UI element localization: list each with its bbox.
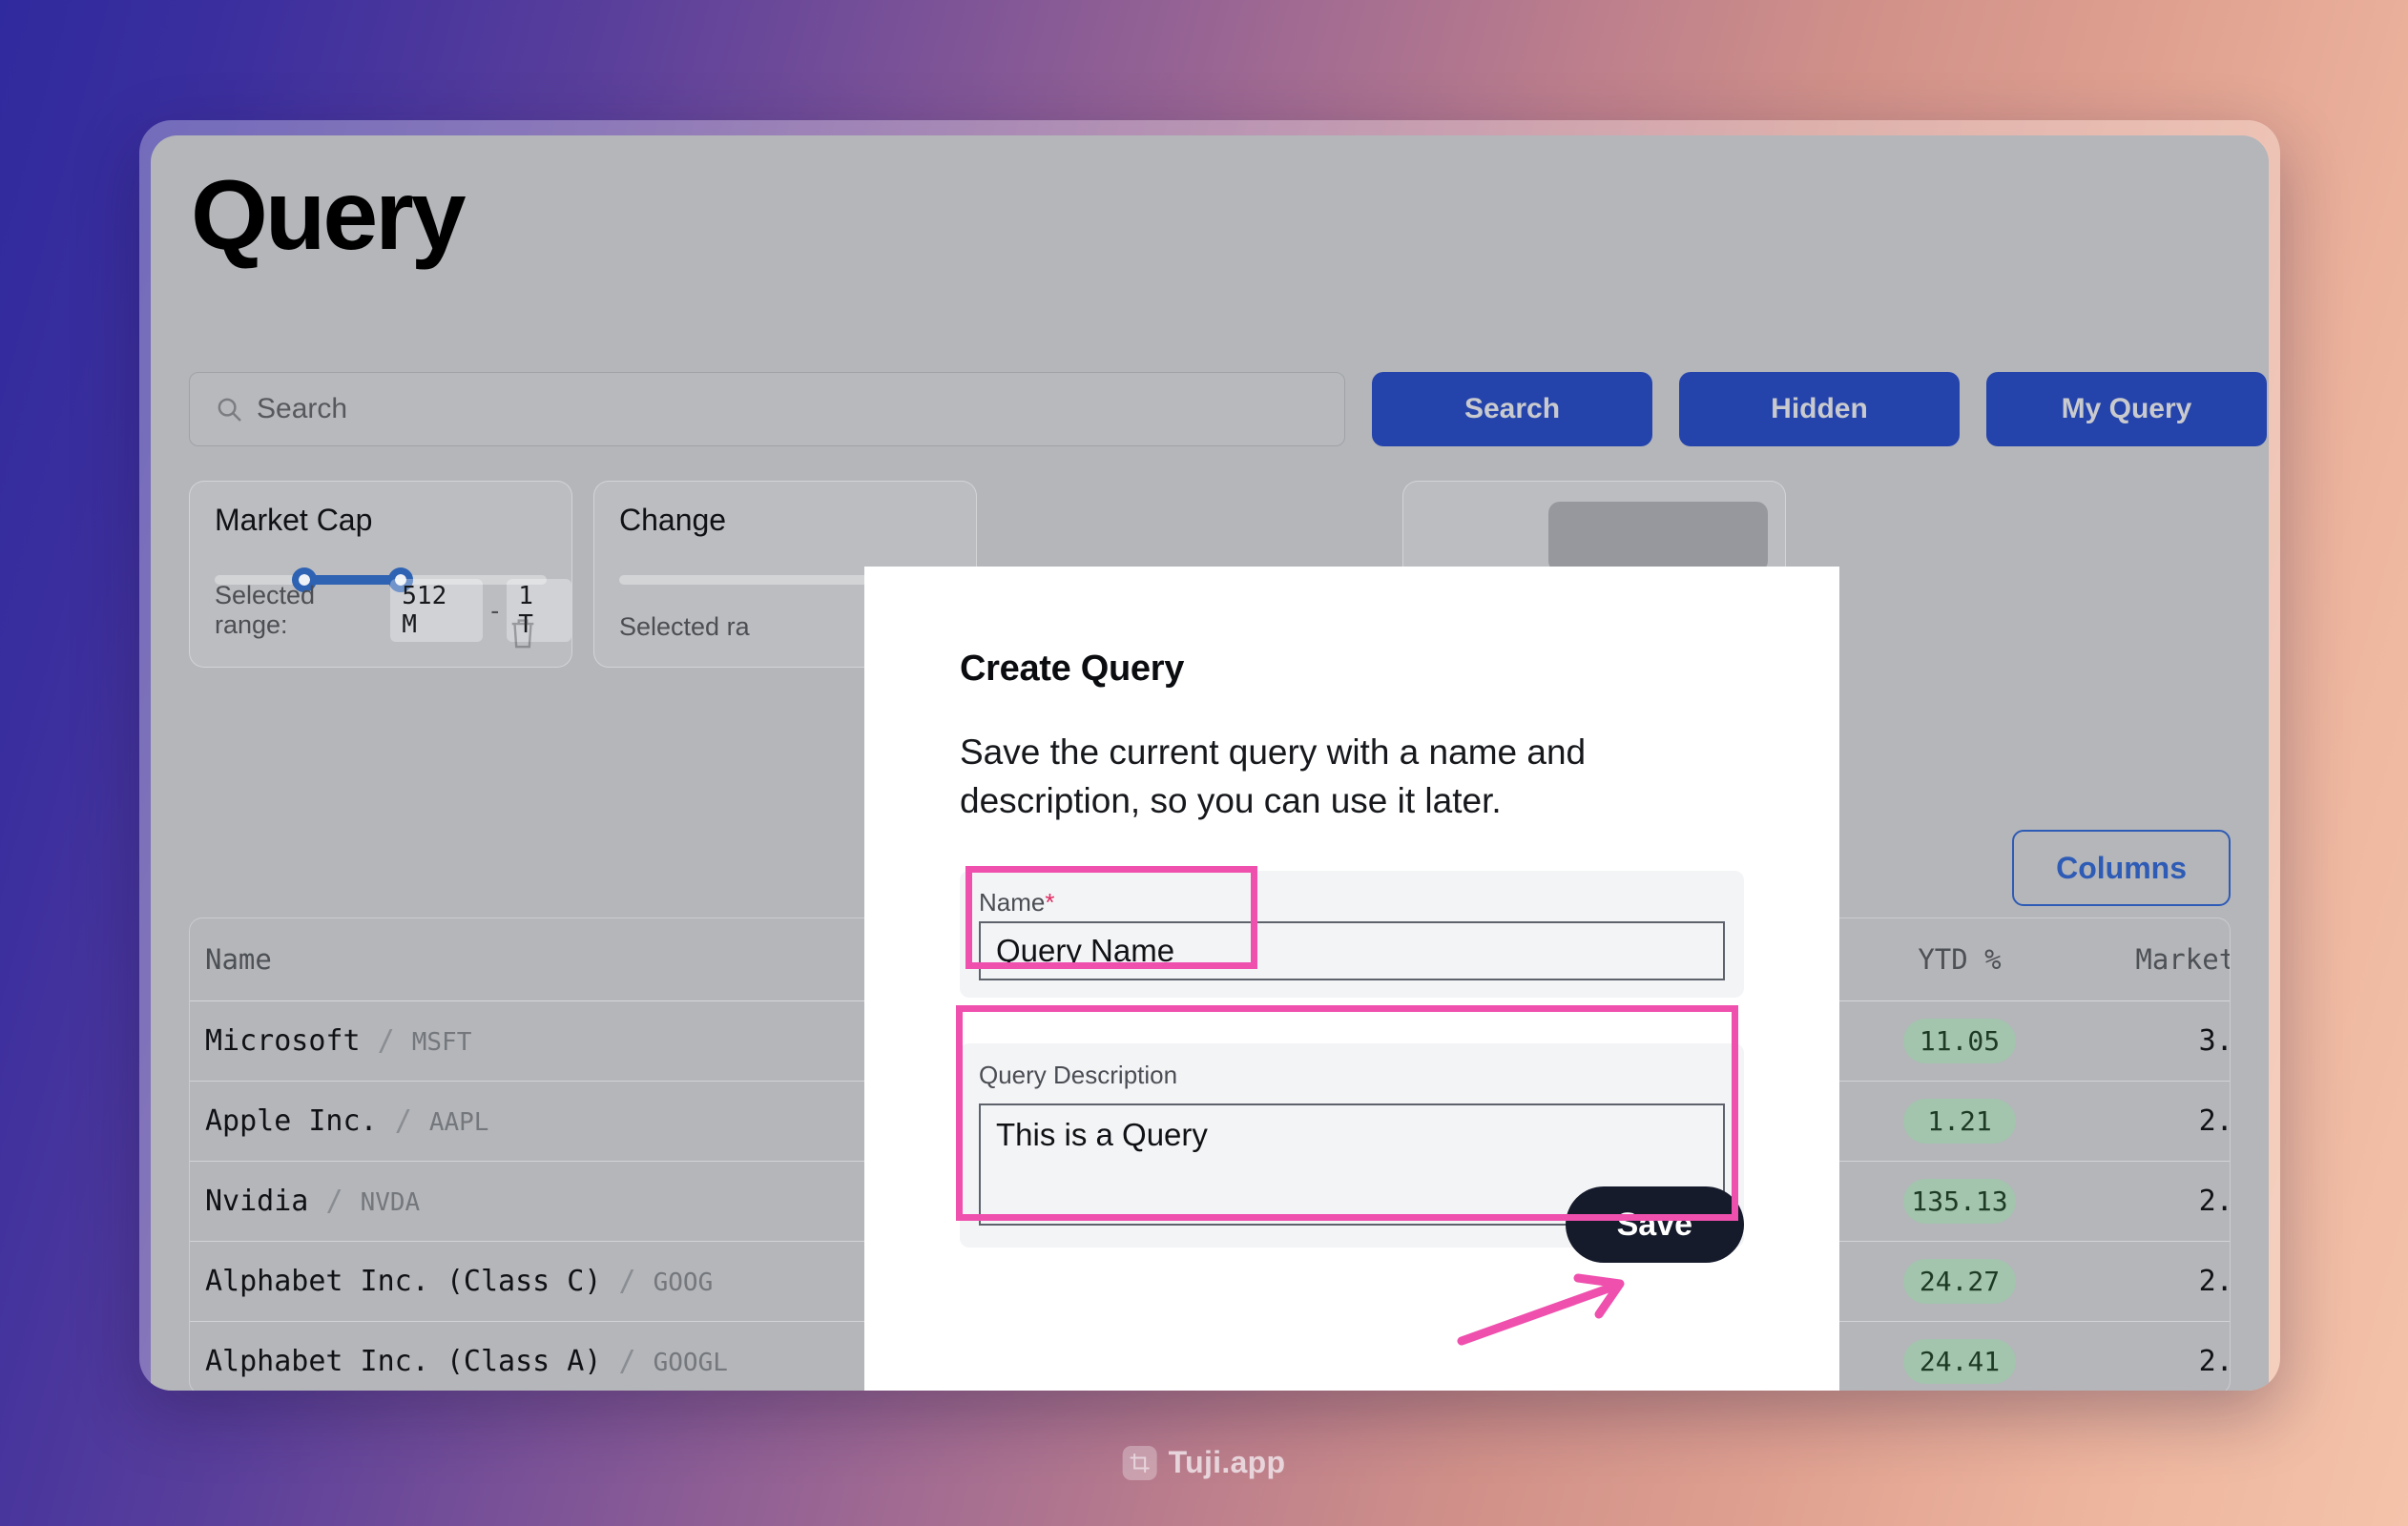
name-separator: / xyxy=(325,1184,343,1218)
search-toolbar: Search Search Hidden My Query xyxy=(189,372,2267,446)
watermark-text: Tuji.app xyxy=(1168,1445,1286,1479)
cell-ytd: 24.41 xyxy=(1850,1321,2069,1391)
name-separator: / xyxy=(618,1264,636,1298)
dialog-title: Create Query xyxy=(960,649,1185,689)
cell-ytd: 1.21 xyxy=(1850,1081,2069,1162)
name-separator: / xyxy=(377,1023,395,1058)
cell-name[interactable]: Alphabet Inc. (Class C) / GOOG xyxy=(190,1241,877,1322)
cell-market-cap: 2.16 T xyxy=(2069,1241,2230,1322)
dialog-description: Save the current query with a name and d… xyxy=(960,732,1587,821)
range-label: Selected range: xyxy=(215,581,316,639)
name-label-text: Name xyxy=(979,888,1046,918)
ytd-badge: 11.05 xyxy=(1903,1018,2016,1063)
column-header-market-cap[interactable]: Market Cap xyxy=(2069,918,2230,1001)
company-name: Alphabet Inc. (Class A) xyxy=(205,1344,602,1378)
create-query-dialog: Create Query Save the current query with… xyxy=(864,567,1839,1391)
save-button[interactable]: Save xyxy=(1565,1186,1744,1263)
filter-title: Market Cap xyxy=(215,503,373,537)
cell-ytd: 11.05 xyxy=(1850,1000,2069,1082)
cell-name[interactable]: Apple Inc. / AAPL xyxy=(190,1081,877,1162)
filter-card-market-cap[interactable]: Market Cap Selected range: 512 M - 1 T xyxy=(189,481,572,668)
columns-button[interactable]: Columns xyxy=(2012,830,2231,906)
column-header-ytd[interactable]: YTD % xyxy=(1850,918,2069,1001)
ytd-badge: 24.27 xyxy=(1903,1258,2016,1304)
ytd-badge: 1.21 xyxy=(1903,1098,2016,1144)
cell-name[interactable]: Alphabet Inc. (Class A) / GOOGL xyxy=(190,1321,877,1391)
search-button[interactable]: Search xyxy=(1372,372,1652,446)
ticker-symbol: AAPL xyxy=(428,1107,489,1137)
cell-name[interactable]: Microsoft / MSFT xyxy=(190,1000,877,1082)
range-dash: - xyxy=(490,595,500,625)
cell-ytd: 135.13 xyxy=(1850,1161,2069,1242)
range-min-value: 512 M xyxy=(390,579,484,642)
company-name: Microsoft xyxy=(205,1023,361,1058)
company-name: Apple Inc. xyxy=(205,1103,378,1138)
required-asterisk: * xyxy=(1045,888,1055,918)
description-field-label: Query Description xyxy=(979,1061,1178,1090)
hidden-button[interactable]: Hidden xyxy=(1679,372,1960,446)
cell-name[interactable]: Nvidia / NVDA xyxy=(190,1161,877,1242)
range-label: Selected ra xyxy=(619,612,750,641)
name-field-label: Name* xyxy=(979,888,1725,918)
selected-range-text: Selected ra xyxy=(619,612,750,642)
app-window-frame: Query Search Search Hidden My Query Mark… xyxy=(139,120,2280,1391)
cell-ytd: 24.27 xyxy=(1850,1241,2069,1322)
company-name: Alphabet Inc. (Class C) xyxy=(205,1264,602,1298)
cell-market-cap: 2.98 T xyxy=(2069,1081,2230,1162)
search-placeholder: Search xyxy=(257,393,348,424)
ytd-badge: 24.41 xyxy=(1903,1338,2016,1384)
card-top-button[interactable] xyxy=(1548,501,1768,572)
crop-icon xyxy=(1122,1445,1157,1480)
my-query-button[interactable]: My Query xyxy=(1986,372,2267,446)
company-name: Nvidia xyxy=(205,1184,309,1218)
name-separator: / xyxy=(394,1103,412,1138)
ticker-symbol: MSFT xyxy=(411,1027,472,1057)
cell-market-cap: 2.86 T xyxy=(2069,1161,2230,1242)
name-separator: / xyxy=(618,1344,636,1378)
search-icon xyxy=(218,398,241,422)
ytd-badge: 135.13 xyxy=(1903,1178,2016,1224)
ticker-symbol: NVDA xyxy=(360,1187,421,1217)
ticker-symbol: GOOG xyxy=(653,1268,714,1297)
ticker-symbol: GOOGL xyxy=(653,1348,728,1377)
cell-market-cap: 2.15 T xyxy=(2069,1321,2230,1391)
trash-icon[interactable] xyxy=(507,615,539,651)
column-header-name[interactable]: Name xyxy=(190,918,877,1001)
query-name-input[interactable] xyxy=(979,921,1725,981)
cell-market-cap: 3.09 T xyxy=(2069,1000,2230,1082)
filter-title: Change xyxy=(619,503,727,537)
search-input[interactable]: Search xyxy=(189,372,1345,446)
annotation-arrow-icon xyxy=(1457,1273,1625,1346)
page-title: Query xyxy=(191,160,467,271)
watermark: Tuji.app xyxy=(1122,1445,1286,1480)
name-field-group: Name* xyxy=(960,871,1744,999)
